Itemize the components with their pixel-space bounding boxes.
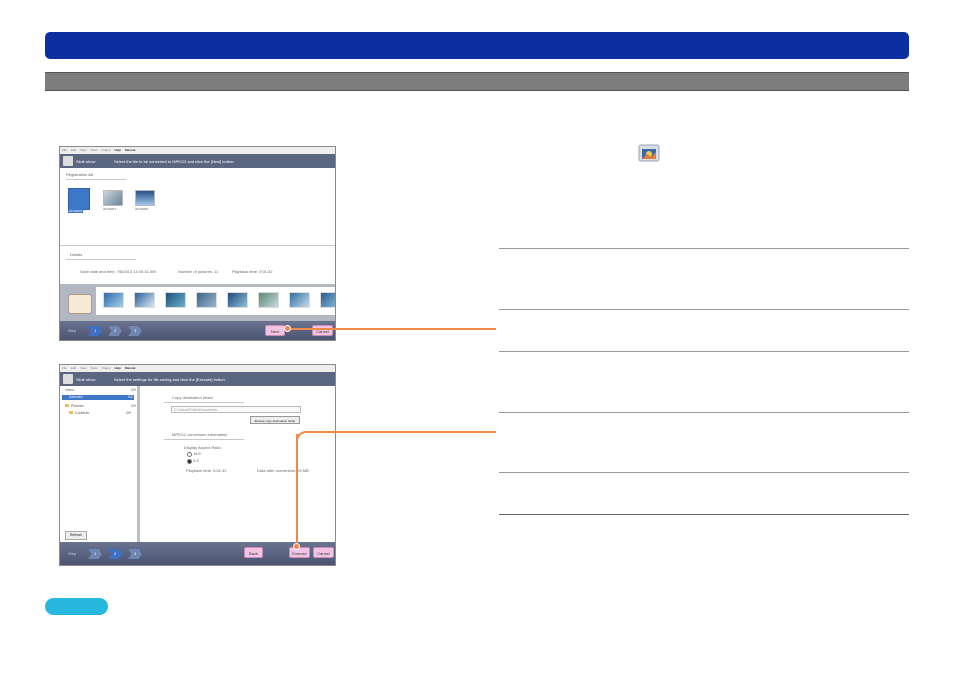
menu-item[interactable]: File (62, 148, 67, 152)
folder-tree: Video 0/0 Selected 0/0 Pictures 0/0 Content… (60, 386, 140, 544)
menu-bar: File Edit View Tools Output Help Manual (60, 365, 335, 372)
thumbnail-selected[interactable] (68, 188, 90, 210)
menu-item[interactable]: Tools (90, 366, 97, 370)
thumb-label: 20130813 (103, 207, 117, 211)
back-button[interactable]: Back (244, 547, 263, 558)
cancel-button[interactable]: Cancel (312, 325, 333, 336)
folder-icon (65, 404, 69, 407)
divider (499, 351, 909, 352)
filmstrip (60, 284, 335, 322)
copy-destination-input[interactable]: C:\Users\Public\Documents (171, 406, 301, 413)
next-button[interactable]: Next (265, 325, 285, 336)
menu-item[interactable]: View (80, 366, 86, 370)
slideshow-icon (63, 156, 73, 166)
menu-item[interactable]: Output (101, 366, 110, 370)
save-date: Save date and time: 7/8/2013 11:00:31 AM (80, 269, 156, 274)
step-label: Step (68, 328, 77, 333)
window-header: Slide show Select the settings for file … (60, 372, 335, 386)
note-badge (45, 598, 108, 615)
divider (499, 309, 909, 310)
step-3: 3 (128, 549, 142, 559)
thumb-label: 20130820 (135, 207, 149, 211)
divider (499, 472, 909, 473)
menu-item[interactable]: Edit (71, 148, 76, 152)
screenshot-save-settings: File Edit View Tools Output Help Manual Slide … (59, 364, 336, 566)
connector-dot (293, 543, 300, 550)
thumbnail[interactable] (103, 190, 123, 206)
menu-item[interactable]: View (80, 148, 86, 152)
thumb-label: 20130801 (68, 209, 84, 213)
step-2: 2 (108, 326, 122, 336)
connector-execute (307, 431, 496, 433)
divider (499, 412, 909, 413)
divider (499, 248, 909, 249)
menu-item[interactable]: Help (115, 148, 122, 152)
tree-item-selected[interactable]: Selected 0/0 (62, 395, 134, 400)
slideshow-icon (63, 374, 73, 384)
menu-item[interactable]: File (62, 366, 67, 370)
menu-item[interactable]: Tools (90, 148, 97, 152)
number-of-pictures: Number of pictures: 11 (178, 269, 219, 274)
step-3: 3 (128, 326, 142, 336)
radio-label: 16:9 (193, 451, 201, 456)
title-bar (45, 32, 909, 59)
menu-item[interactable]: Manual (125, 148, 135, 152)
copy-destination-title: Copy destination folder (172, 395, 213, 400)
refresh-button[interactable]: Refresh (65, 531, 87, 540)
step-label: Step (68, 551, 77, 556)
menu-bar: File Edit View Tools Output Help Manual (60, 147, 335, 154)
tree-item[interactable]: Pictures 0/0 (65, 404, 136, 409)
tree-item[interactable]: Video 0/0 (65, 388, 136, 393)
slideshow-icon (68, 294, 92, 314)
aspect-ratio-label: Display Aspect Ratio (184, 445, 221, 450)
menu-item[interactable]: Manual (125, 366, 135, 370)
connector-dot (284, 325, 291, 332)
data-after-conversion: Data after conversion: 33 MB (257, 468, 309, 473)
step-1: 1 (88, 326, 102, 336)
instruction-text: Select the file to be converted to MPEG2… (114, 159, 235, 164)
mpeg2-info-title: MPEG2 conversion information (172, 432, 228, 437)
step-1: 1 (88, 549, 102, 559)
connector-execute-vertical (296, 434, 298, 546)
slideshow-icon (637, 141, 661, 163)
playback-time: Playback time: 0:01:32 (186, 468, 227, 473)
divider (499, 514, 909, 515)
header-label: Slide show (76, 377, 96, 382)
screenshot-select-file: File Edit View Tools Output Help Manual Slide … (59, 146, 336, 341)
tree-item[interactable]: Contents 0/0 (69, 411, 131, 416)
section-bar (45, 72, 909, 91)
instruction-text: Select the settings for file saving and … (114, 377, 226, 382)
playback-time: Playback time: 0:01:32 (232, 269, 273, 274)
menu-item[interactable]: Output (101, 148, 110, 152)
cancel-button[interactable]: Cancel (313, 547, 334, 558)
thumbnail[interactable] (135, 190, 155, 206)
step-bar: Step 1 2 3 Next Cancel (60, 321, 335, 340)
menu-item[interactable]: Help (115, 366, 122, 370)
radio-4-3[interactable] (187, 459, 192, 464)
details-title: Details (70, 252, 83, 257)
header-label: Slide show (76, 159, 96, 164)
execute-button[interactable]: Execute (289, 547, 310, 558)
registration-title: Registration list (66, 172, 94, 177)
menu-item[interactable]: Edit (71, 366, 76, 370)
step-2: 2 (108, 549, 122, 559)
window-header: Slide show Select the file to be convert… (60, 154, 335, 168)
radio-16-9[interactable] (187, 452, 192, 457)
browse-folder-button[interactable]: Browse copy destination folder (250, 416, 300, 424)
radio-label: 4:3 (193, 458, 199, 463)
connector-next (289, 328, 496, 330)
folder-icon (69, 411, 73, 414)
